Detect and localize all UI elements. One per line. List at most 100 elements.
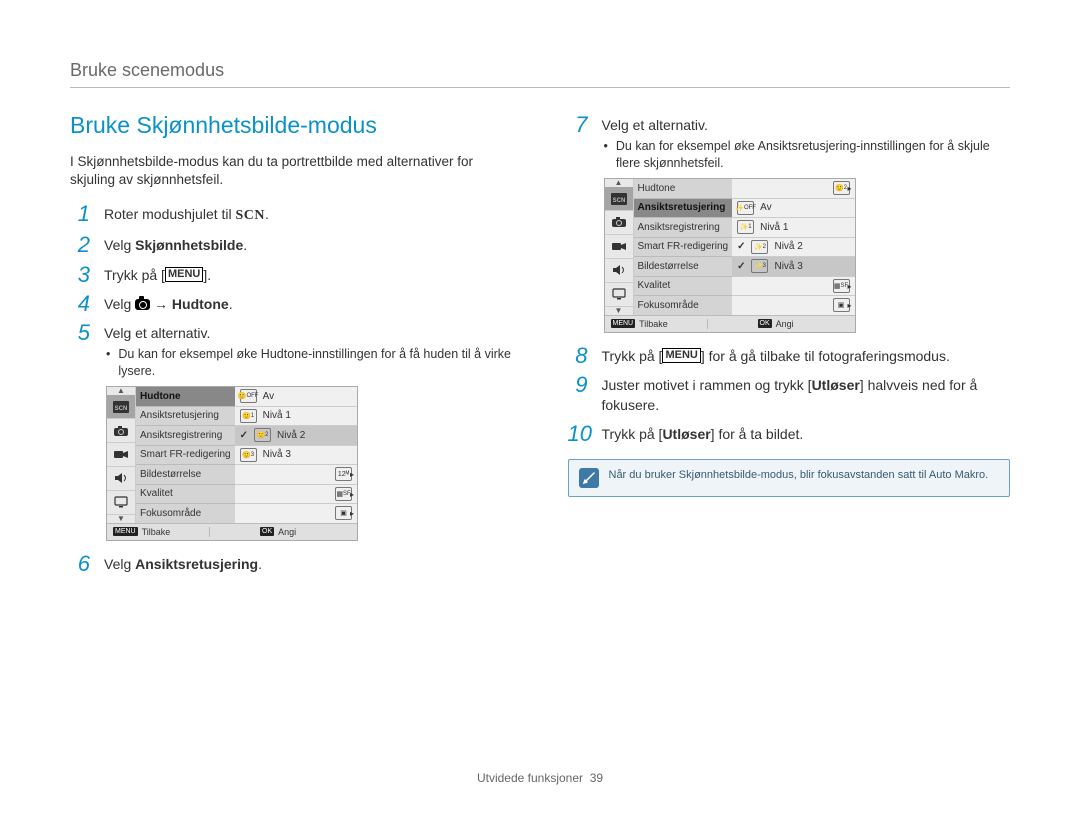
text: Velg	[104, 237, 135, 253]
menu-item: Smart FR-redigering	[634, 238, 733, 258]
menu-button-icon: MENU	[611, 319, 636, 328]
step-number: 4	[70, 293, 90, 315]
step-text: Velg et alternativ. Du kan for eksempel …	[104, 323, 513, 380]
step-5: 5 Velg et alternativ. Du kan for eksempe…	[70, 320, 513, 380]
text: ].	[203, 267, 211, 283]
value-item: ✨1Nivå 1	[732, 218, 854, 238]
step-text: Velg et alternativ. Du kan for eksempel …	[602, 115, 1011, 172]
level-icon: ✨3	[751, 259, 768, 273]
page-footer: Utvidede funksjoner 39	[70, 761, 1010, 785]
check-icon: ✓	[240, 430, 248, 441]
scroll-up-icon: ▲	[605, 179, 633, 187]
text: Tilbake	[142, 527, 171, 537]
value-item: 🙂1Nivå 1	[235, 407, 357, 427]
value-item-selected: ✓✨3Nivå 3	[732, 257, 854, 277]
step-text: Juster motivet i rammen og trykk [Utløse…	[602, 375, 1011, 416]
text: ] for å gå tilbake til fotograferingsmod…	[701, 348, 950, 364]
step-list: 8 Trykk på [MENU] for å gå tilbake til f…	[568, 343, 1011, 445]
text-bold: Hudtone	[172, 296, 229, 312]
level-icon: 🙂2	[254, 428, 271, 442]
camera-screen-1: ▲ SCN ▼ Hudtone Ansiktsretusjering Ansik…	[106, 386, 358, 541]
text: Angi	[278, 527, 296, 537]
step-number: 7	[568, 114, 588, 136]
text-bold: Skjønnhetsbilde	[135, 237, 243, 253]
text: .	[229, 296, 233, 312]
step-number: 6	[70, 553, 90, 575]
page: Bruke scenemodus Bruke Skjønnhetsbilde-m…	[0, 0, 1080, 815]
text: Nivå 2	[774, 241, 802, 252]
text: ] for å ta bildet.	[711, 426, 804, 442]
foot-left: MENUTilbake	[605, 319, 708, 329]
level-icon: ✨OFF	[737, 201, 754, 215]
text-bold: Ansiktsretusjering	[135, 556, 258, 572]
step-text: Trykk på [MENU] for å gå tilbake til fot…	[602, 346, 1011, 366]
menu-item: Ansiktsregistrering	[136, 426, 235, 446]
mode-icons-col: ▲ SCN ▼	[107, 387, 136, 523]
arrow: →	[150, 296, 172, 312]
camera-mode-icon	[605, 211, 633, 235]
values-col: 🙂OFFAv 🙂1Nivå 1 ✓🙂2Nivå 2 🙂3Nivå 3 12ᴹ▸ …	[235, 387, 357, 523]
foot-right: OKAngi	[708, 319, 855, 329]
columns: Bruke Skjønnhetsbilde-modus I Skjønnhets…	[70, 112, 1010, 761]
text: .	[265, 206, 269, 222]
ok-button-icon: OK	[758, 319, 772, 328]
text: Nivå 3	[774, 261, 802, 272]
text: Du kan for eksempel øke Hudtone-innstill…	[118, 346, 512, 380]
screen-footer: MENUTilbake OKAngi	[605, 315, 855, 332]
scene-mode-icon: SCN	[107, 395, 135, 419]
step-text: Velg → Hudtone.	[104, 294, 513, 314]
value-item: 12ᴹ▸	[235, 465, 357, 485]
level-icon: ✨2	[751, 240, 768, 254]
value-item: ▦SF▸	[235, 485, 357, 505]
menu-item: Ansiktsretusjering	[634, 199, 733, 219]
menu-item: Hudtone	[136, 387, 235, 407]
screen-body: ▲ SCN ▼ Hudtone Ansiktsretusjering Ansik…	[605, 179, 855, 315]
section-title: Bruke Skjønnhetsbilde-modus	[70, 112, 513, 139]
text-bold: Utløser	[812, 377, 860, 393]
mode-icons-col: ▲ SCN ▼	[605, 179, 634, 315]
step-3: 3 Trykk på [MENU].	[70, 262, 513, 285]
step-list: 1 Roter modushjulet til SCN. 2 Velg Skjø…	[70, 201, 513, 380]
speaker-mode-icon	[107, 467, 135, 491]
level-icon: ✨1	[737, 220, 754, 234]
menu-item: Ansiktsretusjering	[136, 407, 235, 427]
menu-icon: MENU	[165, 267, 203, 282]
bullet-text: Du kan for eksempel øke Ansiktsretusjeri…	[604, 138, 1011, 172]
foot-right: OK Angi	[210, 527, 357, 537]
text: Nivå 1	[263, 410, 291, 421]
step-10: 10 Trykk på [Utløser] for å ta bildet.	[568, 421, 1011, 444]
value-item: ✨OFFAv	[732, 199, 854, 219]
step-8: 8 Trykk på [MENU] for å gå tilbake til f…	[568, 343, 1011, 366]
step-number: 9	[568, 374, 588, 396]
menu-item: Bildestørrelse	[634, 257, 733, 277]
svg-text:SCN: SCN	[115, 406, 128, 412]
text: Velg et alternativ.	[602, 117, 708, 133]
step-number: 5	[70, 322, 90, 344]
value-item: 🙂OFFAv	[235, 387, 357, 407]
value-item: 🙂3Nivå 3	[235, 446, 357, 466]
text: Du kan for eksempel øke Ansiktsretusjeri…	[616, 138, 1010, 172]
text-bold: Utløser	[662, 426, 710, 442]
value-item-selected: ✓🙂2Nivå 2	[235, 426, 357, 446]
values-col: 🙂2▸ ✨OFFAv ✨1Nivå 1 ✓✨2Nivå 2 ✓✨3Nivå 3 …	[732, 179, 854, 315]
menu-button-icon: MENU	[113, 527, 138, 536]
step-text: Trykk på [MENU].	[104, 265, 513, 285]
menu-item: Fokusområde	[136, 504, 235, 523]
level-icon: 🙂2▸	[833, 181, 850, 195]
focus-icon: ▣▸	[335, 506, 352, 520]
right-column: 7 Velg et alternativ. Du kan for eksempe…	[568, 112, 1011, 761]
camera-screen-2: ▲ SCN ▼ Hudtone Ansiktsretusjering Ansik…	[604, 178, 856, 333]
focus-icon: ▣▸	[833, 298, 850, 312]
value-item: ▦SF▸	[732, 277, 854, 297]
value-item: ▣▸	[235, 504, 357, 523]
display-mode-icon	[605, 283, 633, 307]
scroll-down-icon: ▼	[107, 515, 135, 523]
step-number: 10	[568, 423, 588, 445]
step-4: 4 Velg → Hudtone.	[70, 291, 513, 314]
note-text: Når du bruker Skjønnhetsbilde-modus, bli…	[609, 468, 989, 488]
text: Trykk på [	[602, 348, 663, 364]
ok-button-icon: OK	[260, 527, 274, 536]
step-text: Trykk på [Utløser] for å ta bildet.	[602, 424, 1011, 444]
menu-item: Kvalitet	[136, 485, 235, 505]
step-number: 8	[568, 345, 588, 367]
